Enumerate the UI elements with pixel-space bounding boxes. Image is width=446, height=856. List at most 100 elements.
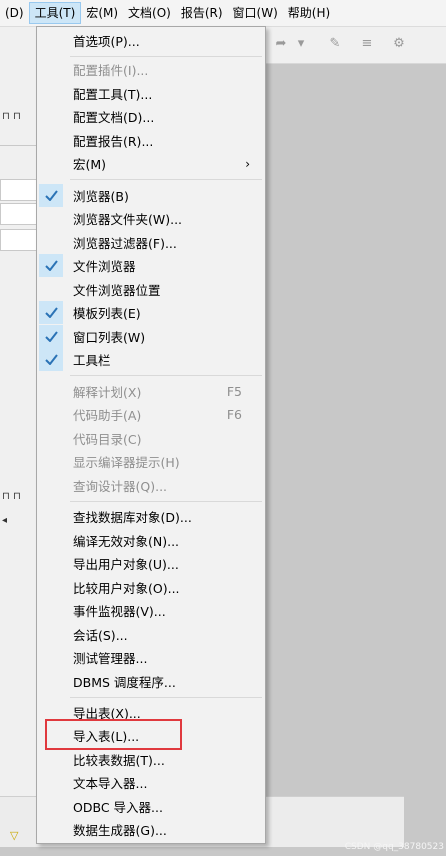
menu-item-file-browser-location[interactable]: 文件浏览器位置 [38,278,264,301]
menu-item-label: 工具栏 [73,353,111,368]
menu-item-odbc-importer[interactable]: ODBC 导入器... [38,795,264,818]
menu-item-label: 解释计划(X) [73,385,142,400]
left-panel: ⊓ ⊓ ⊓ ⊓ ◂ [0,27,39,827]
check-slot [39,818,63,841]
check-slot [39,29,63,52]
warning-icon: ▽ [10,829,19,842]
submenu-arrow-icon: › [245,156,250,171]
menu-item-macro[interactable]: 宏(M) › [38,152,264,175]
menu-item-label: 浏览器文件夹(W)... [73,212,183,227]
menu-bar: (D) 工具(T) 宏(M) 文档(O) 报告(R) 窗口(W) 帮助(H) [0,0,446,27]
menu-item-label: 测试管理器... [73,651,148,666]
menu-item-configure-plugins: 配置插件(I)... [38,58,264,81]
menu-help[interactable]: 帮助(H) [283,2,335,24]
menu-item-label: 配置工具(T)... [73,87,153,102]
check-slot [39,552,63,575]
checkmark-icon [39,301,63,324]
watermark: CSDN @qq_38780523 [344,842,444,852]
background-area [404,64,446,856]
menu-item-label: ODBC 导入器... [73,800,163,815]
menu-item-label: 比较用户对象(O)... [73,581,180,596]
menu-item-label: 文件浏览器位置 [73,283,161,298]
document-icon[interactable]: ✎ [327,36,343,52]
menu-item-label: 窗口列表(W) [73,330,146,345]
check-slot [39,427,63,450]
menu-item-label: 配置报告(R)... [73,134,154,149]
menu-item-text-importer[interactable]: 文本导入器... [38,771,264,794]
menu-item-file-browser[interactable]: 文件浏览器 [38,254,264,277]
check-slot [39,129,63,152]
scroll-left-icon[interactable]: ◂ [2,515,36,529]
check-slot [39,380,63,403]
check-slot [39,529,63,552]
separator [70,375,262,376]
menu-item-browser-filters[interactable]: 浏览器过滤器(F)... [38,231,264,254]
menu-item-template-list[interactable]: 模板列表(E) [38,301,264,324]
menu-item-label: 宏(M) [73,157,107,172]
menu-reports[interactable]: 报告(R) [176,2,228,24]
menu-item-browser-folders[interactable]: 浏览器文件夹(W)... [38,207,264,230]
menu-item-preferences[interactable]: 首选项(P)... [38,29,264,52]
shortcut-label: F6 [226,407,242,422]
menu-item-label: 导出用户对象(U)... [73,557,179,572]
menu-item-label: 配置插件(I)... [73,63,149,78]
check-slot [39,278,63,301]
menu-window[interactable]: 窗口(W) [228,2,283,24]
menu-item-label: 配置文档(D)... [73,110,155,125]
menu-item-configure-reports[interactable]: 配置报告(R)... [38,129,264,152]
menu-documents[interactable]: 文档(O) [123,2,176,24]
menu-macro[interactable]: 宏(M) [81,2,123,24]
menu-item-find-db-objects[interactable]: 查找数据库对象(D)... [38,505,264,528]
shortcut-label: F5 [226,384,242,399]
menu-item-label: 首选项(P)... [73,34,140,49]
checkmark-icon [39,254,63,277]
menu-database[interactable]: (D) [0,2,29,24]
menu-item-label: 模板列表(E) [73,306,141,321]
menu-item-data-generator[interactable]: 数据生成器(G)... [38,818,264,841]
menu-item-label: 编译无效对象(N)... [73,534,180,549]
check-slot [39,795,63,818]
export-icon[interactable]: ➦ [273,36,289,52]
menu-item-label: 会话(S)... [73,628,128,643]
panel-field[interactable] [0,179,38,201]
menu-item-label: 数据生成器(G)... [73,823,167,838]
menu-item-label: 查询设计器(Q)... [73,479,168,494]
menu-tools[interactable]: 工具(T) [28,2,82,24]
menu-item-label: DBMS 调度程序... [73,675,176,690]
menu-item-window-list[interactable]: 窗口列表(W) [38,325,264,348]
menu-item-compile-invalid[interactable]: 编译无效对象(N)... [38,529,264,552]
menu-item-query-builder: 查询设计器(Q)... [38,474,264,497]
menu-item-sessions[interactable]: 会话(S)... [38,623,264,646]
check-slot [39,231,63,254]
menu-item-configure-tools[interactable]: 配置工具(T)... [38,82,264,105]
panel-field[interactable] [0,229,38,251]
settings-icon[interactable]: ⚙ [391,36,407,52]
menu-item-label: 浏览器(B) [73,189,129,204]
check-slot [39,505,63,528]
dropdown-icon[interactable]: ▾ [293,36,309,52]
panel-field[interactable] [0,203,38,225]
check-slot [39,576,63,599]
indent-icon[interactable]: ≡ [359,36,375,52]
pin-icon[interactable]: ⊓ ⊓ [2,491,36,505]
menu-item-toolbar[interactable]: 工具栏 [38,348,264,371]
separator [70,501,262,502]
menu-item-event-monitor[interactable]: 事件监视器(V)... [38,599,264,622]
highlight-box [45,719,182,750]
check-slot [39,670,63,693]
menu-item-label: 事件监视器(V)... [73,604,166,619]
pin-icon[interactable]: ⊓ ⊓ [2,111,36,125]
menu-item-browser[interactable]: 浏览器(B) [38,184,264,207]
menu-item-dbms-scheduler[interactable]: DBMS 调度程序... [38,670,264,693]
check-slot [39,207,63,230]
menu-item-compare-table-data[interactable]: 比较表数据(T)... [38,748,264,771]
checkmark-icon [39,348,63,371]
menu-item-test-manager[interactable]: 测试管理器... [38,646,264,669]
menu-item-label: 显示编译器提示(H) [73,455,180,470]
check-slot [39,599,63,622]
check-slot [39,771,63,794]
menu-item-configure-documents[interactable]: 配置文档(D)... [38,105,264,128]
menu-item-label: 查找数据库对象(D)... [73,510,192,525]
menu-item-export-user-objects[interactable]: 导出用户对象(U)... [38,552,264,575]
menu-item-compare-user-objects[interactable]: 比较用户对象(O)... [38,576,264,599]
